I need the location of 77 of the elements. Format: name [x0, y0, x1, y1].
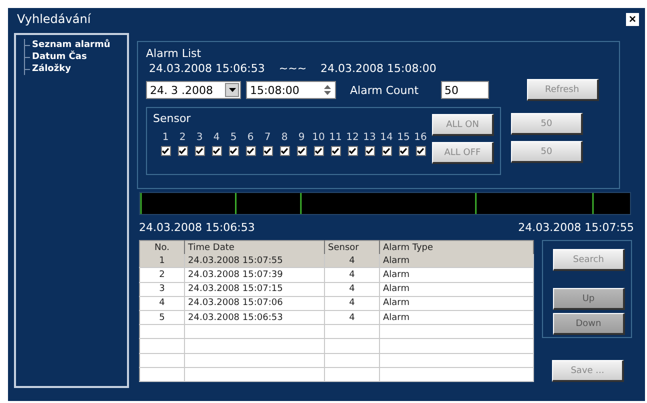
sensor-number: 8 — [281, 132, 288, 143]
sensor-checkbox[interactable] — [348, 146, 358, 156]
table-row[interactable]: 1 24.03.2008 15:07:55 4 Alarm — [140, 254, 534, 268]
date-dropdown[interactable]: 24. 3 .2008 — [146, 81, 241, 99]
sensor-checkbox[interactable] — [314, 146, 324, 156]
table-cell: 24.03.2008 15:07:06 — [184, 296, 324, 310]
column-header[interactable]: Alarm Type — [380, 240, 534, 254]
table-cell: Alarm — [380, 282, 534, 296]
close-button[interactable]: × — [626, 12, 639, 26]
table-cell: 24.03.2008 15:07:15 — [184, 282, 324, 296]
sensor-number: 9 — [298, 132, 305, 143]
sensor-checkbox[interactable] — [364, 146, 374, 156]
sensor-checkbox[interactable] — [416, 146, 426, 156]
table-cell: 2 — [140, 268, 184, 282]
sensor-number: 10 — [312, 132, 325, 143]
sensor-number: 13 — [363, 132, 376, 143]
column-header[interactable]: Sensor — [324, 240, 380, 254]
sensor-checkbox[interactable] — [330, 146, 340, 156]
range-separator: ~~~ — [278, 62, 307, 75]
sensor-checkbox[interactable] — [212, 146, 222, 156]
alarm-count-label: Alarm Count — [350, 84, 419, 96]
window-title: Vyhledávání — [17, 12, 91, 26]
column-header[interactable]: Time Date — [184, 240, 324, 254]
sensor-checkbox[interactable] — [262, 146, 272, 156]
sensor-title: Sensor — [153, 112, 191, 125]
table-cell: 24.03.2008 15:07:55 — [184, 254, 324, 268]
tree-item[interactable]: Záložky — [24, 63, 127, 75]
table-cell: Alarm — [380, 310, 534, 325]
sensor-number: 2 — [179, 132, 186, 143]
table-cell: 4 — [324, 282, 380, 296]
table-cell: 4 — [324, 268, 380, 282]
table-cell: 4 — [324, 310, 380, 325]
timeline-start: 24.03.2008 15:06:53 — [139, 221, 255, 234]
table-cell: 4 — [324, 254, 380, 268]
table-cell: Alarm — [380, 268, 534, 282]
alarm-count-field[interactable]: 50 — [440, 81, 489, 99]
tree-item[interactable]: Seznam alarmů — [24, 39, 127, 51]
column-header[interactable]: No. — [140, 240, 184, 254]
sensor-number: 12 — [346, 132, 359, 143]
table-cell: Alarm — [380, 254, 534, 268]
table-row[interactable]: 2 24.03.2008 15:07:39 4 Alarm — [140, 268, 534, 282]
sensor-checkbox[interactable] — [382, 146, 392, 156]
sensor-number: 6 — [247, 132, 254, 143]
table-cell: 4 — [140, 296, 184, 310]
sensor-checkbox[interactable] — [228, 146, 238, 156]
sensor-number: 3 — [196, 132, 203, 143]
table-row[interactable]: 5 24.03.2008 15:06:53 4 Alarm — [140, 310, 534, 325]
sensor-number: 16 — [414, 132, 427, 143]
range-start: 24.03.2008 15:06:53 — [149, 62, 265, 75]
table-cell: Alarm — [380, 296, 534, 310]
time-spinner[interactable]: 15:08:00 — [246, 81, 336, 99]
sensor-number: 11 — [329, 132, 342, 143]
tree-item[interactable]: Datum Čas — [24, 51, 127, 63]
sensor-number: 4 — [213, 132, 220, 143]
table-cell: 3 — [140, 282, 184, 296]
sensor-checkbox[interactable] — [160, 146, 170, 156]
sensor-number: 5 — [230, 132, 237, 143]
table-cell: 24.03.2008 15:07:39 — [184, 268, 324, 282]
table-cell: 5 — [140, 310, 184, 325]
sensor-number: 7 — [264, 132, 271, 143]
sensor-number: 1 — [162, 132, 169, 143]
table-cell: 24.03.2008 15:06:53 — [184, 310, 324, 325]
table-cell: 4 — [324, 296, 380, 310]
sensor-number: 15 — [397, 132, 410, 143]
table-row[interactable]: 3 24.03.2008 15:07:15 4 Alarm — [140, 282, 534, 296]
sensor-checkbox[interactable] — [280, 146, 290, 156]
sensor-checkbox[interactable] — [178, 146, 188, 156]
sensor-checkbox[interactable] — [296, 146, 306, 156]
range-end: 24.03.2008 15:08:00 — [320, 62, 436, 75]
table-cell: 1 — [140, 254, 184, 268]
table-row[interactable]: 4 24.03.2008 15:07:06 4 Alarm — [140, 296, 534, 310]
timeline-end: 24.03.2008 15:07:55 — [518, 221, 634, 234]
sensor-number: 14 — [380, 132, 393, 143]
sensor-checkbox[interactable] — [194, 146, 204, 156]
sensor-checkbox[interactable] — [398, 146, 408, 156]
panel-title: Alarm List — [146, 47, 202, 60]
sensor-checkbox[interactable] — [246, 146, 256, 156]
